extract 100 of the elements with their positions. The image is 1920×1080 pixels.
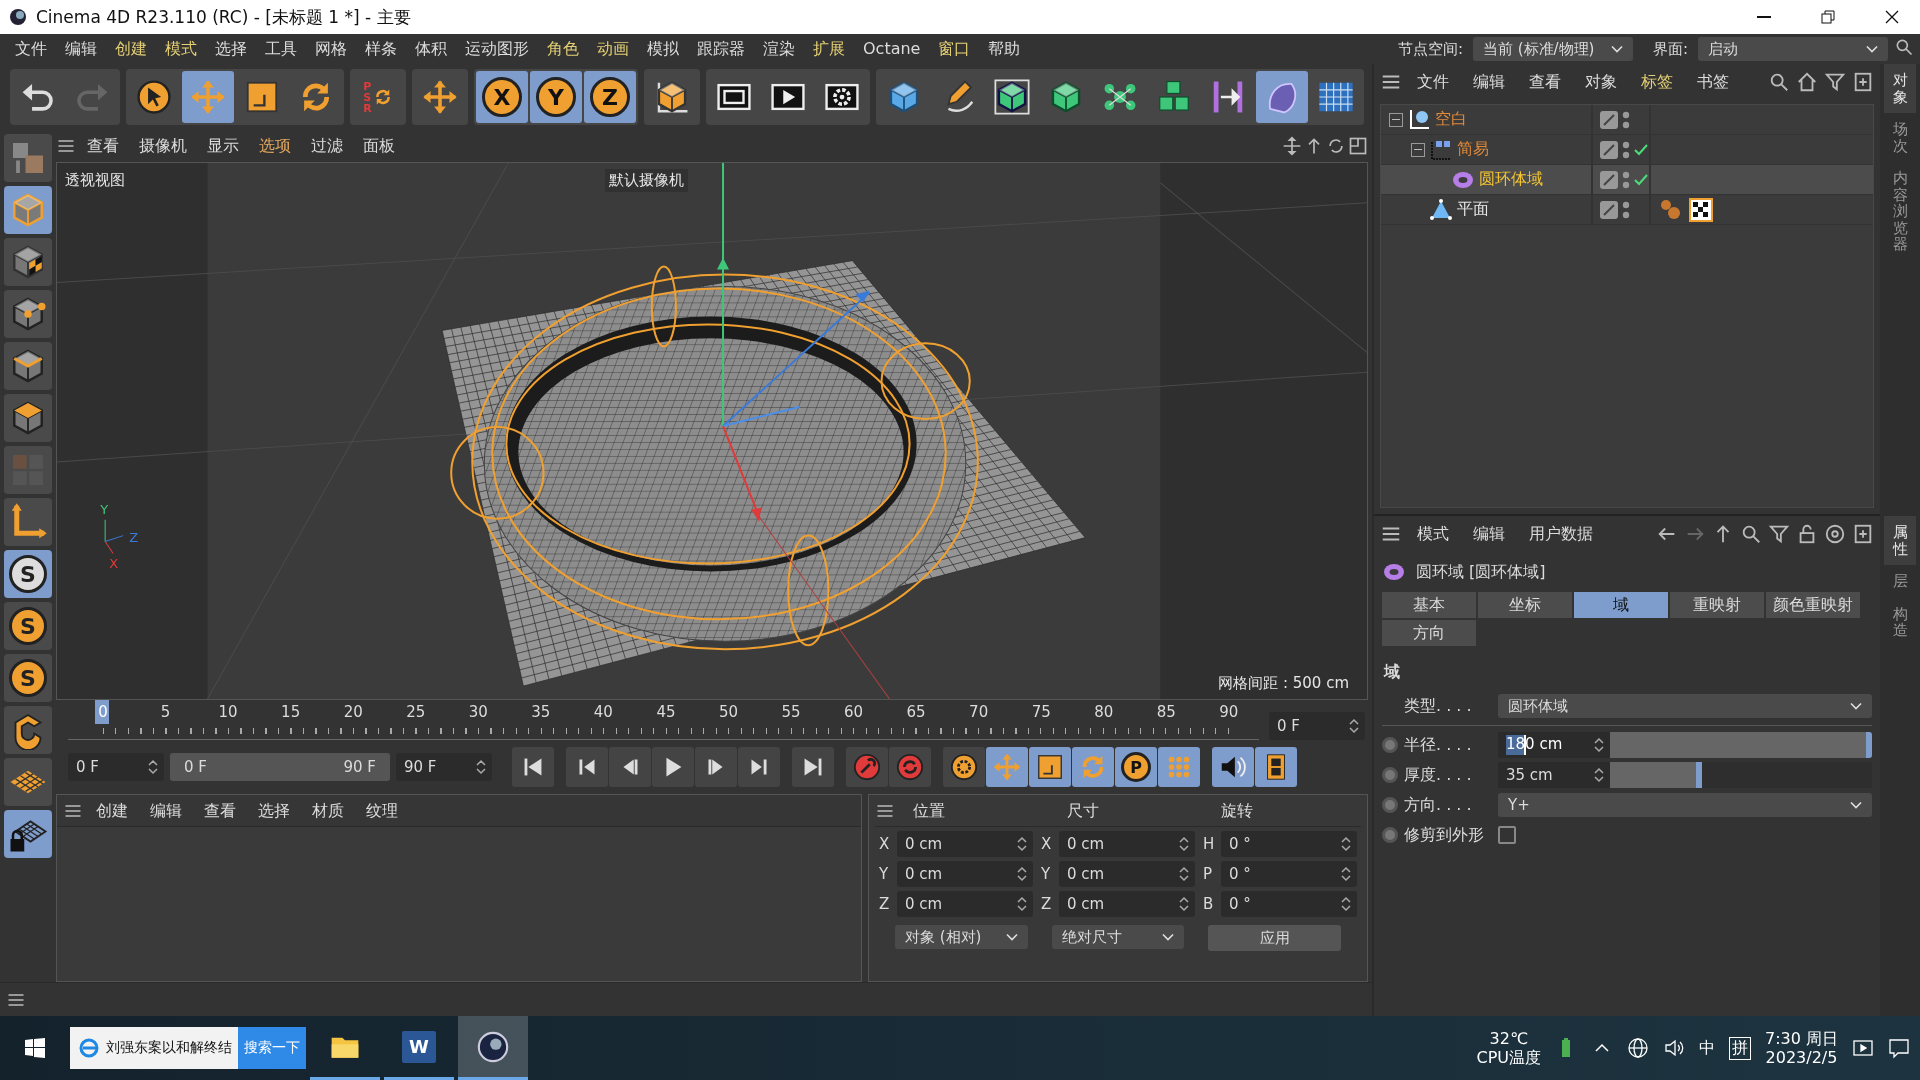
- menu-item[interactable]: 运动图形: [456, 34, 538, 64]
- slider-fill[interactable]: [1610, 762, 1702, 788]
- menu-item[interactable]: Octane: [854, 34, 930, 64]
- spinner-icon[interactable]: [1017, 836, 1027, 852]
- coordinate-field[interactable]: 0 cm: [897, 831, 1033, 857]
- menu-item[interactable]: 用户数据: [1520, 519, 1602, 549]
- attribute-tab[interactable]: 颜色重映射: [1766, 592, 1860, 618]
- axis-lock-button[interactable]: X: [476, 71, 528, 123]
- spinner-icon[interactable]: [1179, 866, 1189, 882]
- side-tab[interactable]: 场次: [1884, 113, 1916, 162]
- playback-button[interactable]: [695, 747, 737, 787]
- menu-item[interactable]: 体积: [406, 34, 456, 64]
- menu-item[interactable]: 创建: [106, 34, 156, 64]
- target-icon[interactable]: [1824, 523, 1846, 545]
- edit-toggle-icon[interactable]: [1599, 109, 1619, 130]
- clock[interactable]: 7:30 周日 2023/2/5: [1765, 1028, 1838, 1068]
- menu-item[interactable]: 选择: [249, 795, 299, 826]
- maximize-icon[interactable]: [1348, 136, 1368, 156]
- menu-item[interactable]: 跟踪器: [688, 34, 754, 64]
- mode-button[interactable]: [4, 758, 52, 806]
- coordinate-field[interactable]: 0 cm: [897, 891, 1033, 917]
- menu-item[interactable]: 面板: [354, 131, 404, 161]
- coordinate-field[interactable]: 0 cm: [1059, 891, 1195, 917]
- search-icon[interactable]: [1894, 37, 1914, 57]
- menu-item[interactable]: 角色: [538, 34, 588, 64]
- attribute-tab[interactable]: 基本: [1382, 592, 1476, 618]
- mode-button[interactable]: [4, 706, 52, 754]
- side-tab[interactable]: 构造: [1884, 597, 1916, 647]
- expand-toggle[interactable]: [1411, 142, 1425, 157]
- menu-item[interactable]: 材质: [303, 795, 353, 826]
- new-panel-icon[interactable]: [1852, 71, 1874, 93]
- start-frame-field[interactable]: 0 F: [68, 753, 164, 781]
- keyframe-toggle[interactable]: [1382, 737, 1398, 753]
- notification-icon[interactable]: [1888, 1037, 1910, 1059]
- speaker-icon[interactable]: [1663, 1037, 1685, 1059]
- side-tab[interactable]: 层: [1884, 565, 1916, 598]
- menu-item[interactable]: 样条: [356, 34, 406, 64]
- expand-toggle[interactable]: [1389, 112, 1403, 127]
- coordinate-field[interactable]: 0 °: [1221, 861, 1357, 887]
- material-tag-icon[interactable]: [1659, 197, 1683, 222]
- axis-lock-button[interactable]: Y: [530, 71, 582, 123]
- move-view-icon[interactable]: [1282, 136, 1302, 156]
- attribute-tab[interactable]: 坐标: [1478, 592, 1572, 618]
- slider-fill[interactable]: [1610, 732, 1872, 758]
- new-panel-icon[interactable]: [1852, 523, 1874, 545]
- coordinate-field[interactable]: 0 cm: [1059, 831, 1195, 857]
- menu-item[interactable]: 模式: [1408, 519, 1458, 549]
- filter-icon[interactable]: [1824, 71, 1846, 93]
- edit-toggle-icon[interactable]: [1599, 139, 1619, 160]
- playback-button[interactable]: [512, 747, 554, 787]
- playback-button[interactable]: [1255, 747, 1297, 787]
- search-field[interactable]: 刘强东案以和解终结 搜索一下: [70, 1027, 306, 1069]
- current-frame-field[interactable]: 0 F: [1269, 712, 1365, 740]
- menu-item[interactable]: 文件: [1408, 67, 1458, 97]
- spinner-icon[interactable]: [148, 759, 158, 775]
- side-tab[interactable]: 对象: [1884, 64, 1916, 113]
- menu-item[interactable]: 编辑: [1464, 67, 1514, 97]
- menu-item[interactable]: 扩展: [804, 34, 854, 64]
- menu-item[interactable]: 查看: [1520, 67, 1570, 97]
- playback-button[interactable]: [652, 747, 694, 787]
- menu-item[interactable]: 渲染: [754, 34, 804, 64]
- keyframe-toggle[interactable]: [1382, 827, 1398, 843]
- snap-button[interactable]: S: [4, 550, 52, 598]
- visibility-dots-icon[interactable]: [1622, 139, 1630, 160]
- spinner-icon[interactable]: [476, 759, 486, 775]
- spinner-icon[interactable]: [1341, 896, 1351, 912]
- playback-button[interactable]: [943, 747, 985, 787]
- menu-item[interactable]: 查看: [78, 131, 128, 161]
- mode-button[interactable]: [4, 810, 52, 858]
- coordinate-field[interactable]: 0 cm: [1059, 861, 1195, 887]
- coordinate-field[interactable]: 0 °: [1221, 891, 1357, 917]
- menu-item[interactable]: 纹理: [357, 795, 407, 826]
- menu-item[interactable]: 帮助: [979, 34, 1030, 64]
- dropdown[interactable]: 圆环体域: [1498, 694, 1872, 718]
- attribute-tab[interactable]: 方向: [1382, 620, 1476, 646]
- menu-item[interactable]: 窗口: [929, 34, 980, 64]
- object-row[interactable]: 圆环体域: [1381, 165, 1873, 195]
- menu-item[interactable]: 编辑: [141, 795, 191, 826]
- search-icon[interactable]: [1740, 523, 1762, 545]
- spinner-icon[interactable]: [1179, 836, 1189, 852]
- input-mode[interactable]: 拼: [1729, 1036, 1751, 1060]
- keyframe-toggle[interactable]: [1382, 797, 1398, 813]
- visibility-dots-icon[interactable]: [1622, 169, 1630, 190]
- spinner-icon[interactable]: [1341, 866, 1351, 882]
- menu-item[interactable]: 选择: [206, 34, 256, 64]
- video-icon[interactable]: [1852, 1037, 1874, 1059]
- menu-item[interactable]: 编辑: [1464, 519, 1514, 549]
- globe-icon[interactable]: [1627, 1037, 1649, 1059]
- checker-tag-icon[interactable]: [1689, 197, 1713, 222]
- menu-item[interactable]: 选项: [250, 131, 300, 161]
- dropdown[interactable]: Y+: [1498, 793, 1872, 817]
- keyframe-toggle[interactable]: [1382, 767, 1398, 783]
- taskbar-app[interactable]: [458, 1016, 528, 1080]
- end-frame-field[interactable]: 90 F: [396, 753, 492, 781]
- menu-item[interactable]: 网格: [306, 34, 356, 64]
- edit-toggle-icon[interactable]: [1599, 199, 1619, 220]
- attribute-tab[interactable]: 重映射: [1670, 592, 1764, 618]
- menu-item[interactable]: 模式: [156, 34, 206, 64]
- mode-button[interactable]: [4, 498, 52, 546]
- snap-button[interactable]: S: [4, 602, 52, 650]
